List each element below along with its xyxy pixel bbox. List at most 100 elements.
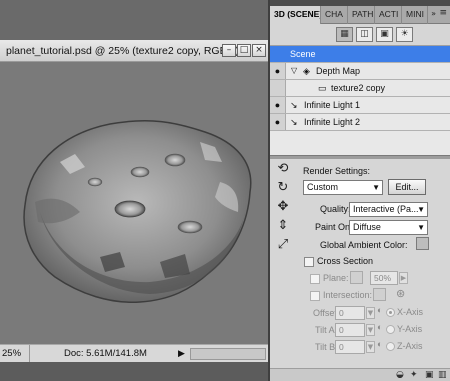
scene-item-infinite-light-2[interactable]: ● ↘ Infinite Light 2 bbox=[270, 114, 450, 131]
z-axis-radio[interactable] bbox=[386, 342, 395, 351]
light-icon: ↘ bbox=[290, 100, 298, 110]
rotate-tool-icon[interactable]: ⟲ bbox=[272, 161, 294, 179]
tab-actions[interactable]: ACTI bbox=[375, 6, 402, 24]
paint-on-dropdown[interactable]: Diffuse ▼ bbox=[349, 220, 428, 235]
document-canvas[interactable] bbox=[0, 62, 268, 344]
create-light-icon[interactable]: ✦ bbox=[410, 370, 418, 380]
workspace-lower-area bbox=[0, 362, 268, 381]
render-settings-heading: Render Settings: bbox=[303, 166, 371, 176]
paint-on-value: Diffuse bbox=[353, 222, 381, 232]
intersection-color-swatch[interactable] bbox=[373, 288, 386, 301]
visibility-cell bbox=[270, 80, 286, 96]
pan-tool-icon[interactable]: ✥ bbox=[272, 199, 294, 217]
eye-icon[interactable]: ● bbox=[270, 97, 286, 113]
panel-tab-bar: 3D (SCENE) CHA PATH ACTI MINI bbox=[270, 6, 450, 24]
new-item-icon[interactable]: ▣ bbox=[425, 370, 434, 380]
document-title-bar[interactable]: planet_tutorial.psd @ 25% (texture2 copy… bbox=[0, 40, 268, 62]
close-button[interactable]: × bbox=[252, 44, 266, 57]
ambient-color-swatch[interactable] bbox=[416, 237, 429, 250]
tilt-a-field[interactable]: 0 bbox=[335, 323, 365, 337]
visibility-cell bbox=[270, 46, 286, 62]
3d-panel: 3D (SCENE) CHA PATH ACTI MINI » ≡ ▦ ◫ ▣ … bbox=[268, 0, 450, 381]
scene-item-infinite-light-1[interactable]: ● ↘ Infinite Light 1 bbox=[270, 97, 450, 114]
scene-item-label: texture2 copy bbox=[331, 83, 386, 93]
offset-slider-icon[interactable]: ◐ bbox=[377, 305, 382, 315]
document-status-bar: 25% Doc: 5.61M/141.8M ▶ bbox=[0, 344, 268, 362]
intersection-checkbox[interactable] bbox=[310, 291, 320, 301]
scene-tree: Scene ● ▽ ◈ Depth Map ▭ texture2 copy ● … bbox=[270, 46, 450, 131]
tilt-b-field[interactable]: 0 bbox=[335, 340, 365, 354]
eye-icon[interactable]: ● bbox=[270, 114, 286, 130]
quality-dropdown[interactable]: Interactive (Pa... ▼ bbox=[349, 202, 428, 217]
texture-icon: ▭ bbox=[318, 83, 327, 93]
scene-item-label: Depth Map bbox=[316, 66, 361, 76]
render-settings-section: ⟲ ↻ ✥ ⇕ ⤢ Render Settings: Custom ▼ Edit… bbox=[270, 159, 450, 381]
filter-meshes-icon[interactable]: ◫ bbox=[356, 27, 373, 42]
toggle-ground-plane-icon[interactable]: ◒ bbox=[396, 370, 404, 380]
scene-item-scene[interactable]: Scene bbox=[270, 46, 450, 63]
intersection-label: Intersection: bbox=[323, 290, 373, 300]
quality-value: Interactive (Pa... bbox=[353, 204, 419, 214]
document-title: planet_tutorial.psd @ 25% (texture2 copy… bbox=[6, 44, 246, 57]
global-ambient-color-label: Global Ambient Color: bbox=[320, 240, 408, 250]
scene-item-label: Infinite Light 1 bbox=[304, 100, 361, 110]
tab-channels[interactable]: CHA bbox=[321, 6, 348, 24]
cross-section-label: Cross Section bbox=[317, 256, 374, 266]
chevron-down-icon: ▼ bbox=[417, 205, 425, 214]
status-menu-arrow-icon[interactable]: ▶ bbox=[178, 348, 185, 359]
3d-tool-column: ⟲ ↻ ✥ ⇕ ⤢ bbox=[272, 161, 300, 256]
scene-filter-bar: ▦ ◫ ▣ ☀ bbox=[270, 24, 450, 46]
horizontal-scrollbar[interactable] bbox=[190, 348, 266, 360]
eye-icon[interactable]: ● bbox=[270, 63, 286, 79]
mesh-icon: ◈ bbox=[303, 66, 310, 76]
scene-item-depth-map[interactable]: ● ▽ ◈ Depth Map bbox=[270, 63, 450, 80]
plane-color-swatch[interactable] bbox=[350, 271, 363, 284]
tilt-a-slider-icon[interactable]: ◐ bbox=[377, 322, 382, 332]
tab-mini-bridge[interactable]: MINI bbox=[402, 6, 428, 24]
scene-item-label: Infinite Light 2 bbox=[304, 117, 361, 127]
maximize-button[interactable]: □ bbox=[237, 44, 251, 57]
plane-label: Plane: bbox=[323, 273, 349, 283]
scene-item-texture[interactable]: ▭ texture2 copy bbox=[270, 80, 450, 97]
y-axis-label: Y-Axis bbox=[397, 324, 423, 334]
panel-menu-icon[interactable]: ≡ bbox=[439, 8, 447, 18]
chevron-down-icon: ▼ bbox=[372, 183, 380, 192]
render-preset-dropdown[interactable]: Custom ▼ bbox=[303, 180, 383, 195]
roll-tool-icon[interactable]: ↻ bbox=[272, 180, 294, 198]
plane-opacity-field[interactable]: 50% bbox=[370, 271, 398, 285]
planet-terrain-image bbox=[23, 120, 252, 303]
tilt-b-slider-icon[interactable]: ◐ bbox=[377, 339, 382, 349]
tilt-b-arrow-icon[interactable]: ▼ bbox=[366, 341, 375, 353]
plane-opacity-arrow-icon[interactable]: ▶ bbox=[399, 272, 408, 284]
filter-whole-scene-icon[interactable]: ▦ bbox=[336, 27, 353, 42]
filter-materials-icon[interactable]: ▣ bbox=[376, 27, 393, 42]
edit-render-settings-button[interactable]: Edit... bbox=[388, 179, 426, 195]
filter-lights-icon[interactable]: ☀ bbox=[396, 27, 413, 42]
plane-checkbox[interactable] bbox=[310, 274, 320, 284]
delete-trash-icon[interactable]: ▥ bbox=[438, 370, 447, 380]
tilt-a-label: Tilt A: bbox=[315, 325, 338, 335]
tab-3d-scene[interactable]: 3D (SCENE) bbox=[270, 6, 321, 24]
scene-list-empty-area bbox=[270, 131, 450, 155]
scale-tool-icon[interactable]: ⤢ bbox=[272, 237, 294, 255]
x-axis-radio[interactable] bbox=[386, 308, 395, 317]
tab-paths[interactable]: PATH bbox=[348, 6, 375, 24]
light-icon: ↘ bbox=[290, 117, 298, 127]
y-axis-radio[interactable] bbox=[386, 325, 395, 334]
x-axis-label: X-Axis bbox=[397, 307, 424, 317]
offset-arrow-icon[interactable]: ▼ bbox=[366, 307, 375, 319]
chevron-down-icon: ▼ bbox=[417, 223, 425, 232]
panel-bottom-bar: ◒ ✦ ▣ ▥ bbox=[270, 368, 450, 381]
expand-triangle-icon[interactable]: ▽ bbox=[291, 63, 297, 79]
minimize-button[interactable]: – bbox=[222, 44, 236, 57]
tilt-a-arrow-icon[interactable]: ▼ bbox=[366, 324, 375, 336]
tab-overflow-icon[interactable]: » bbox=[431, 9, 436, 18]
scene-item-label: Scene bbox=[290, 49, 316, 59]
offset-field[interactable]: 0 bbox=[335, 306, 365, 320]
cross-section-checkbox[interactable] bbox=[304, 257, 314, 267]
flip-cross-section-icon[interactable]: ⊛ bbox=[396, 287, 405, 300]
z-axis-label: Z-Axis bbox=[397, 341, 423, 351]
slide-tool-icon[interactable]: ⇕ bbox=[272, 218, 294, 236]
zoom-level[interactable]: 25% bbox=[0, 345, 30, 362]
document-size: Doc: 5.61M/141.8M bbox=[64, 348, 147, 359]
